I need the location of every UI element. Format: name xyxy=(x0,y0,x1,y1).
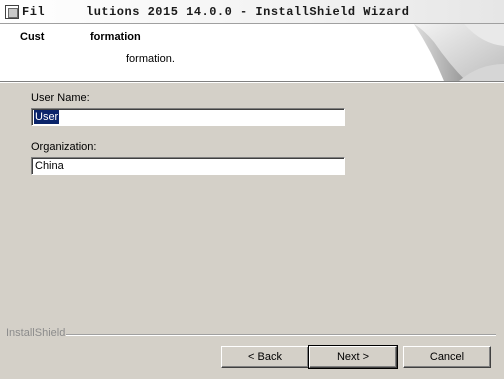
installshield-brand-label: InstallShield xyxy=(6,327,66,339)
page-curl-graphic-icon xyxy=(414,24,504,81)
back-button[interactable]: < Back xyxy=(221,346,309,368)
user-name-input[interactable]: User xyxy=(31,108,345,126)
user-name-label-text: User Name: xyxy=(31,92,90,104)
header-description: formation. xyxy=(126,53,175,65)
user-name-value: User xyxy=(34,110,60,124)
window-title-right: lutions 2015 14.0.0 - InstallShield Wiza… xyxy=(86,5,410,19)
cancel-button[interactable]: Cancel xyxy=(403,346,491,368)
wizard-header-banner: Cust formation formation. xyxy=(0,24,504,82)
installer-app-icon[interactable] xyxy=(5,5,19,19)
user-name-label: User Name: xyxy=(31,92,90,104)
organization-input[interactable]: China xyxy=(31,157,345,175)
header-title-left: Cust xyxy=(20,31,45,43)
header-title-right: formation xyxy=(90,31,141,43)
title-bar[interactable]: Fil lutions 2015 14.0.0 - InstallShield … xyxy=(0,0,504,24)
organization-label-text: Organization: xyxy=(31,141,97,153)
footer-divider xyxy=(66,334,496,336)
organization-value: China xyxy=(35,160,64,172)
organization-label: Organization: xyxy=(31,141,96,153)
next-button[interactable]: Next > xyxy=(308,345,398,369)
window-title-left: Fil xyxy=(22,5,46,19)
